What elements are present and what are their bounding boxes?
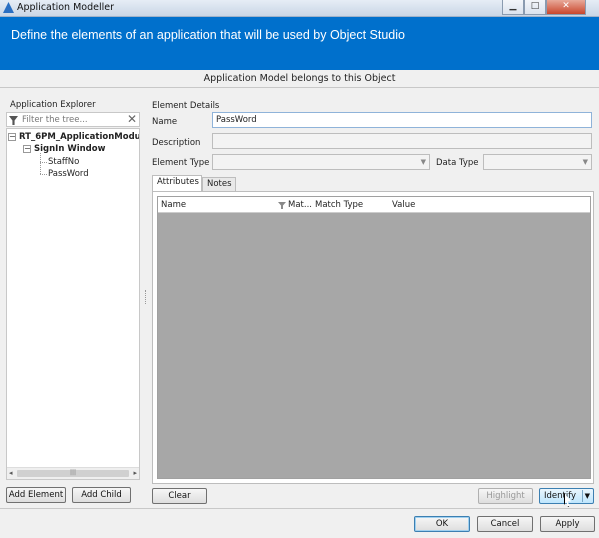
minimize-button[interactable]: ▁ xyxy=(502,0,524,15)
object-info: Application Model belongs to this Object xyxy=(0,71,599,88)
column-name[interactable]: Name xyxy=(161,200,186,210)
filter-icon xyxy=(9,116,18,125)
name-label: Name xyxy=(152,117,178,127)
tree-node-signin-window[interactable]: SignIn Window xyxy=(34,144,105,154)
attributes-panel: Name Mat... Match Type Value xyxy=(152,191,594,484)
data-type-select[interactable]: ▼ xyxy=(483,154,592,170)
column-filter-icon[interactable] xyxy=(278,202,286,209)
scroll-left-icon[interactable]: ◂ xyxy=(9,469,13,477)
attributes-grid[interactable]: Name Mat... Match Type Value xyxy=(157,196,591,479)
data-type-label: Data Type xyxy=(436,158,479,168)
clear-filter-icon[interactable]: ✕ xyxy=(127,112,137,126)
element-details-label: Element Details xyxy=(152,101,220,111)
collapse-window-icon[interactable]: − xyxy=(23,145,31,153)
title-bar: Application Modeller ▁ □ ✕ xyxy=(0,0,599,17)
explorer-label: Application Explorer xyxy=(10,100,96,110)
add-element-button[interactable]: Add Element xyxy=(6,487,66,503)
add-child-button[interactable]: Add Child xyxy=(72,487,131,503)
chevron-down-icon: ▼ xyxy=(582,158,588,166)
scroll-thumb[interactable]: ||| xyxy=(17,470,129,477)
header-banner: Define the elements of an application th… xyxy=(0,17,599,70)
cancel-button[interactable]: Cancel xyxy=(477,516,533,532)
clear-button[interactable]: Clear xyxy=(152,488,207,504)
tree-filter-input[interactable]: Filter the tree... ✕ xyxy=(6,112,140,127)
maximize-button[interactable]: □ xyxy=(524,0,546,15)
close-button[interactable]: ✕ xyxy=(546,0,586,15)
description-field[interactable] xyxy=(212,133,592,149)
tree-root-node[interactable]: RT_6PM_ApplicationModuler xyxy=(19,132,139,142)
window-title: Application Modeller xyxy=(17,2,115,13)
scroll-right-icon[interactable]: ▸ xyxy=(133,469,137,477)
chevron-down-icon[interactable]: ▼ xyxy=(585,489,590,503)
application-tree[interactable]: − RT_6PM_ApplicationModuler − SignIn Win… xyxy=(6,128,140,480)
apply-button[interactable]: Apply xyxy=(540,516,595,532)
column-value[interactable]: Value xyxy=(392,200,415,210)
tab-notes[interactable]: Notes xyxy=(202,177,236,192)
tree-node-password[interactable]: PassWord xyxy=(48,169,89,179)
highlight-button[interactable]: Highlight xyxy=(478,488,533,504)
description-label: Description xyxy=(152,138,201,148)
app-icon xyxy=(3,2,14,13)
chevron-down-icon: ▼ xyxy=(420,158,426,166)
banner-text: Define the elements of an application th… xyxy=(11,28,405,42)
filter-placeholder: Filter the tree... xyxy=(22,115,88,125)
ok-button[interactable]: OK xyxy=(414,516,470,532)
element-type-select[interactable]: ▼ xyxy=(212,154,430,170)
element-type-label: Element Type xyxy=(152,158,210,168)
tree-horizontal-scrollbar[interactable]: ◂ ||| ▸ xyxy=(7,467,139,479)
grid-header: Name Mat... Match Type Value xyxy=(158,197,590,213)
name-field[interactable]: PassWord xyxy=(212,112,592,128)
tree-node-staffno[interactable]: StaffNo xyxy=(48,157,79,167)
panel-splitter[interactable] xyxy=(145,290,148,304)
column-match-type[interactable]: Match Type xyxy=(315,200,363,210)
collapse-root-icon[interactable]: − xyxy=(8,133,16,141)
tab-attributes[interactable]: Attributes xyxy=(152,175,202,192)
column-match[interactable]: Mat... xyxy=(288,200,312,210)
